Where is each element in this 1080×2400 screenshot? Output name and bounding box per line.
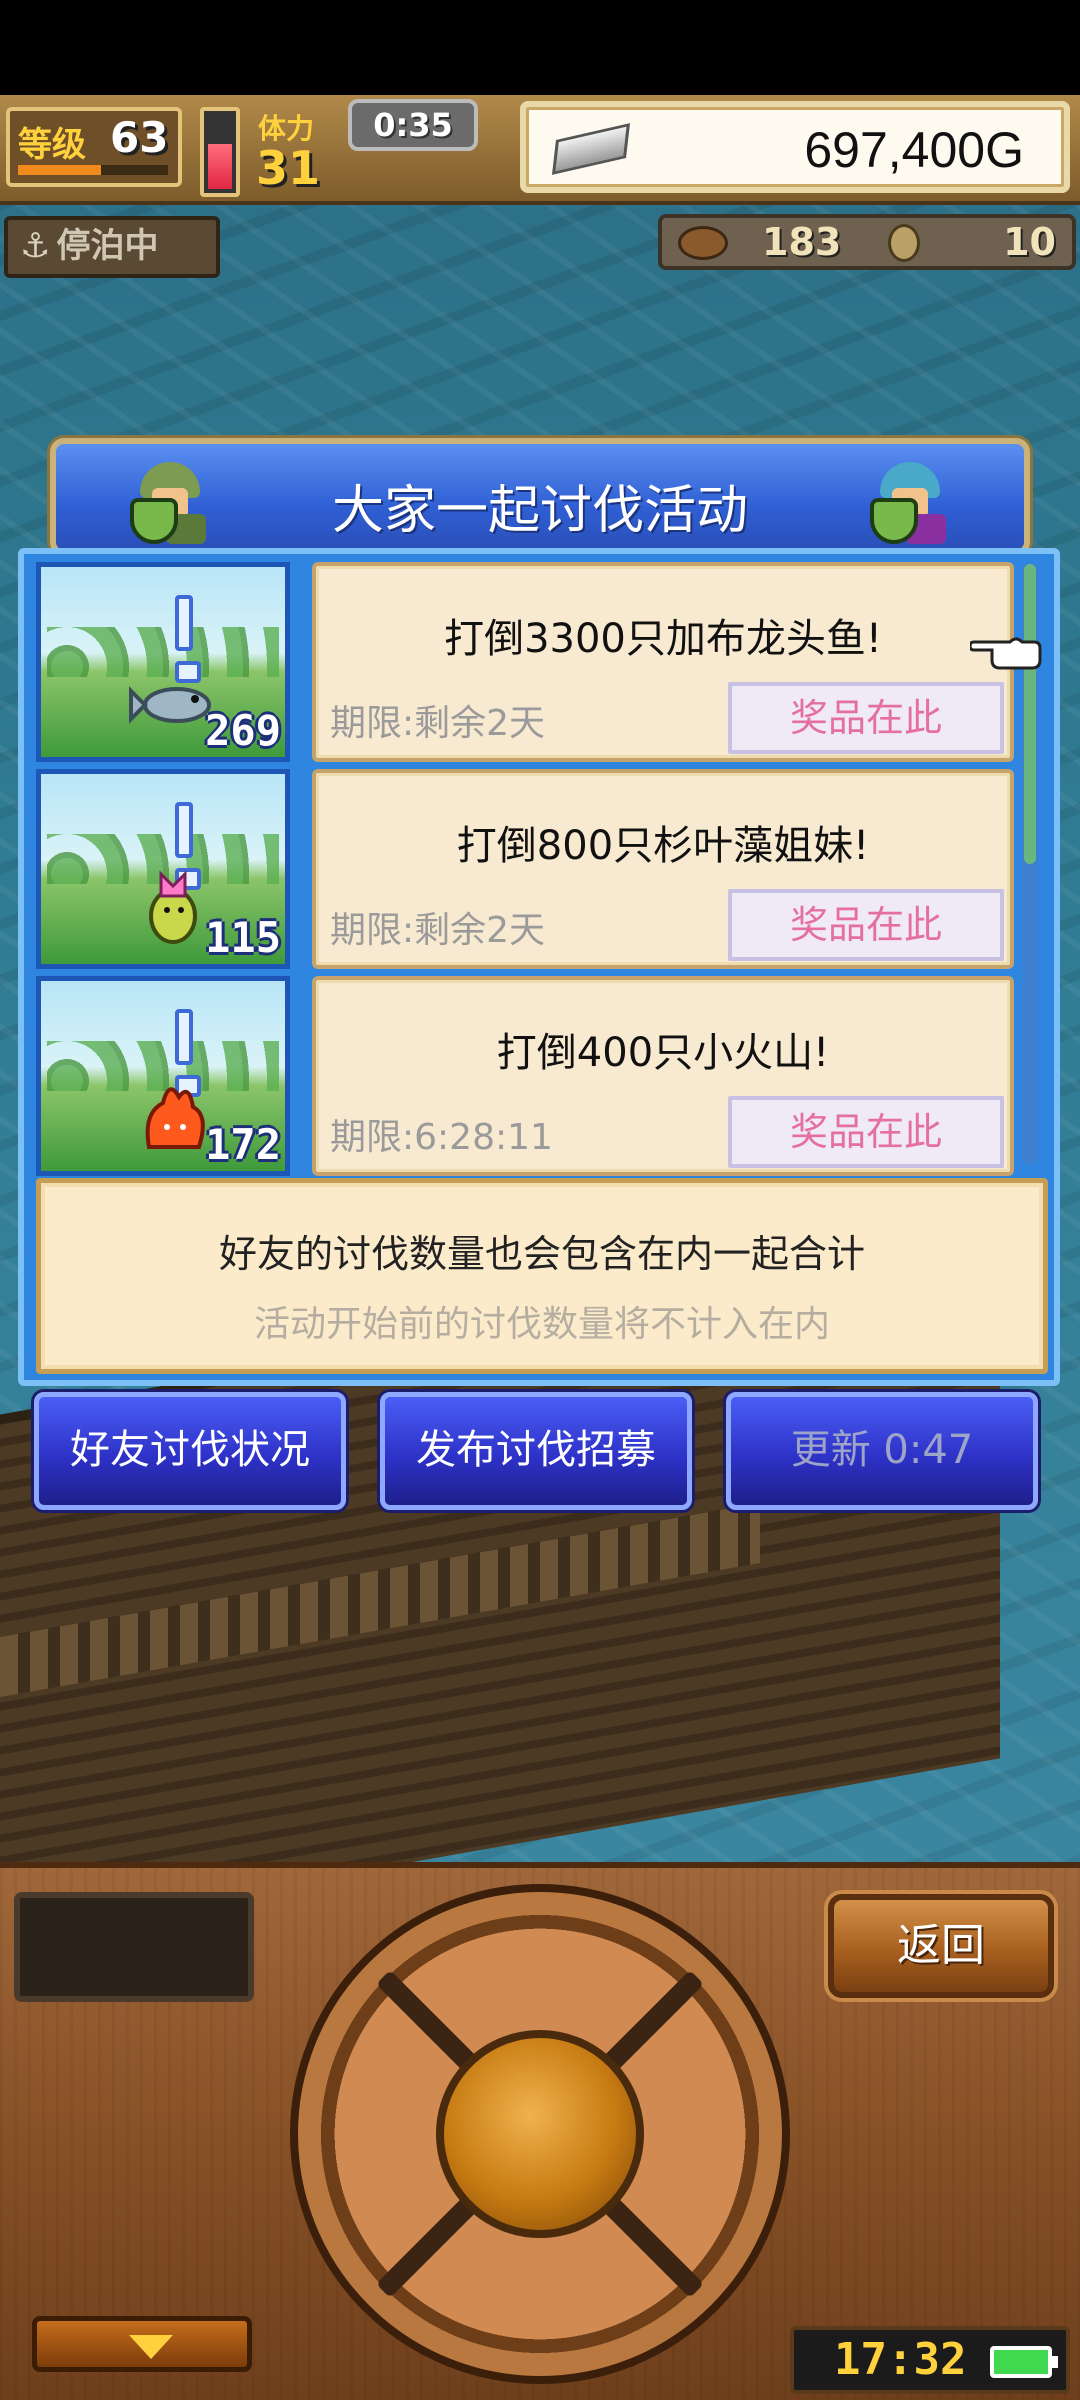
mission-row: 172 打倒400只小火山! 期限:6:28:11 奖品在此 bbox=[36, 976, 1016, 1183]
exclamation-icon bbox=[175, 802, 201, 890]
mission-text: 打倒3300只加布龙头鱼! bbox=[444, 616, 882, 662]
mission-row: 115 打倒800只杉叶藻姐妹! 期限:剩余2天 奖品在此 bbox=[36, 769, 1016, 976]
kill-count: 115 bbox=[205, 913, 281, 962]
prize-button[interactable]: 奖品在此 bbox=[728, 682, 1004, 754]
mission-thumbnail: 172 bbox=[36, 976, 290, 1176]
clock-display: 17:32 bbox=[790, 2326, 1070, 2394]
mission-card: 打倒800只杉叶藻姐妹! 期限:剩余2天 奖品在此 bbox=[312, 769, 1014, 969]
kill-count: 269 bbox=[205, 706, 281, 755]
dock-status: ⚓ 停泊中 bbox=[4, 216, 220, 278]
dpad-center-button[interactable] bbox=[436, 2030, 644, 2238]
knight-right-icon bbox=[866, 458, 954, 546]
gold-display: 697,400G bbox=[520, 101, 1070, 193]
food-count: 183 bbox=[762, 220, 842, 264]
exclamation-icon bbox=[175, 595, 201, 683]
medal-icon bbox=[888, 224, 920, 262]
info-line-1: 好友的讨伐数量也会包含在内一起合计 bbox=[218, 1232, 865, 1276]
clock-time: 17:32 bbox=[834, 2334, 967, 2385]
mission-deadline: 期限:剩余2天 bbox=[330, 703, 546, 744]
gold-amount: 697,400G bbox=[804, 122, 1024, 178]
mission-deadline: 期限:剩余2天 bbox=[330, 910, 546, 951]
mission-card: 打倒400只小火山! 期限:6:28:11 奖品在此 bbox=[312, 976, 1014, 1176]
event-panel-header: 大家一起讨伐活动 bbox=[50, 438, 1030, 556]
post-recruit-button[interactable]: 发布讨伐招募 bbox=[380, 1392, 692, 1510]
resource-bar: 183 10 bbox=[658, 214, 1076, 270]
anchor-icon: ⚓ bbox=[20, 226, 51, 266]
pointer-hand-icon bbox=[970, 637, 1042, 670]
medal-count: 10 bbox=[1003, 220, 1056, 264]
stamina-value: 31 bbox=[256, 141, 321, 195]
silver-bar-icon bbox=[551, 123, 631, 175]
event-panel: 269 打倒3300只加布龙头鱼! 期限:剩余2天 奖品在此 115 打倒800… bbox=[18, 548, 1060, 1386]
controller-panel: 返回 17:32 bbox=[0, 1862, 1080, 2400]
mission-thumbnail: 115 bbox=[36, 769, 290, 969]
mission-text: 打倒400只小火山! bbox=[496, 1030, 830, 1076]
food-icon bbox=[678, 226, 728, 260]
prize-button[interactable]: 奖品在此 bbox=[728, 889, 1004, 961]
level-value: 63 bbox=[110, 113, 169, 162]
dpad[interactable] bbox=[290, 1884, 790, 2384]
refresh-button[interactable]: 更新 0:47 bbox=[726, 1392, 1038, 1510]
friend-status-button[interactable]: 好友讨伐状况 bbox=[34, 1392, 346, 1510]
stamina-gauge bbox=[200, 107, 240, 197]
mission-text: 打倒800只杉叶藻姐妹! bbox=[456, 823, 870, 869]
chevron-down-icon bbox=[129, 2335, 173, 2359]
mission-deadline: 期限:6:28:11 bbox=[330, 1117, 553, 1158]
kill-count: 172 bbox=[205, 1120, 281, 1169]
battery-icon bbox=[990, 2346, 1058, 2378]
menu-toggle-button[interactable] bbox=[32, 2316, 252, 2372]
dock-status-label: 停泊中 bbox=[56, 226, 159, 266]
info-line-2: 活动开始前的讨伐数量将不计入在内 bbox=[253, 1304, 830, 1345]
level-label: 等级 bbox=[18, 125, 86, 165]
mini-screen bbox=[14, 1892, 254, 2002]
prize-button[interactable]: 奖品在此 bbox=[728, 1096, 1004, 1168]
stamina-timer: 0:35 bbox=[348, 99, 478, 151]
back-button[interactable]: 返回 bbox=[828, 1894, 1054, 1998]
info-box: 好友的讨伐数量也会包含在内一起合计 活动开始前的讨伐数量将不计入在内 bbox=[36, 1178, 1048, 1374]
exp-bar bbox=[18, 165, 168, 175]
mission-thumbnail: 269 bbox=[36, 562, 290, 762]
mission-card: 打倒3300只加布龙头鱼! 期限:剩余2天 奖品在此 bbox=[312, 562, 1014, 762]
exclamation-icon bbox=[175, 1009, 201, 1097]
level-box: 等级 63 bbox=[6, 107, 182, 187]
mission-row: 269 打倒3300只加布龙头鱼! 期限:剩余2天 奖品在此 bbox=[36, 562, 1016, 769]
top-hud: 等级 63 体力 31 0:35 697,400G bbox=[0, 95, 1080, 205]
mission-list[interactable]: 269 打倒3300只加布龙头鱼! 期限:剩余2天 奖品在此 115 打倒800… bbox=[36, 562, 1016, 1183]
